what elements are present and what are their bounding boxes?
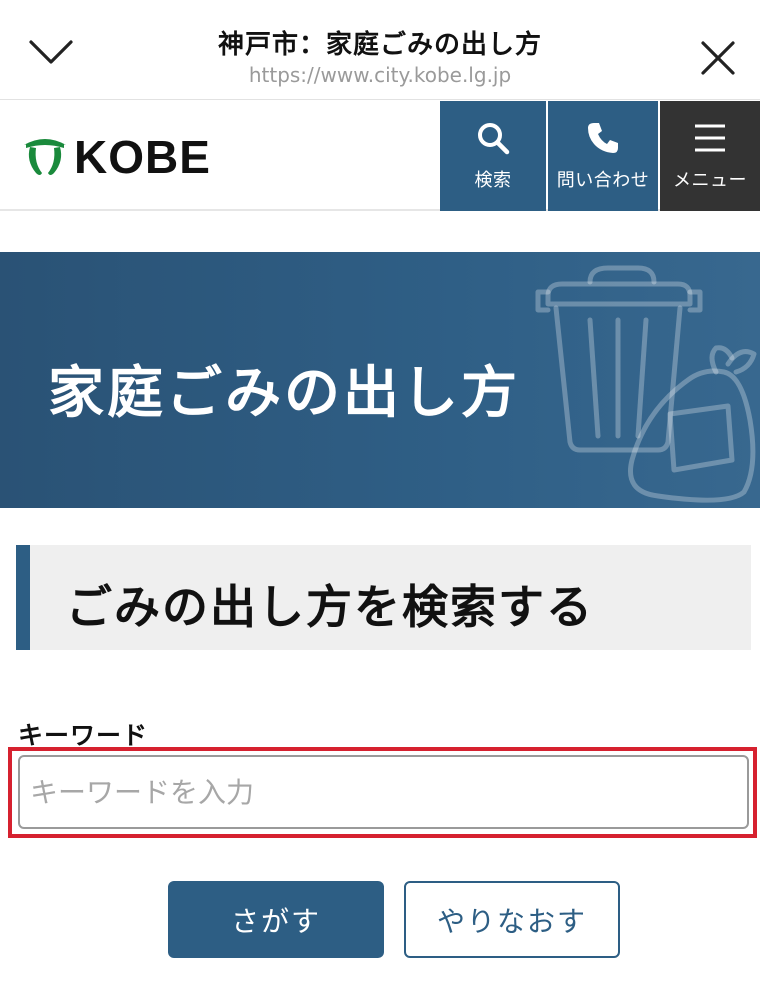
header-search-button[interactable]: 検索: [440, 101, 546, 211]
search-icon: [478, 123, 510, 155]
search-button[interactable]: さがす: [168, 881, 384, 958]
menu-label: メニュー: [673, 170, 747, 191]
section-title: ごみの出し方を検索する: [66, 580, 594, 634]
search-label: 検索: [474, 170, 512, 191]
site-header: KOBE 検索 問い合わせ メニュー: [0, 101, 760, 211]
phone-icon: [588, 123, 618, 153]
trash-can-illustration-icon: [535, 265, 757, 503]
header-contact-button[interactable]: 問い合わせ: [548, 101, 658, 211]
reset-button[interactable]: やりなおす: [404, 881, 620, 958]
page-title: 神戸市：家庭ごみの出し方: [217, 30, 542, 60]
kobe-logo[interactable]: KOBE: [20, 131, 211, 183]
hamburger-menu-icon: [695, 124, 725, 152]
url-text: https://www.city.kobe.lg.jp: [248, 63, 512, 87]
hero-title: 家庭ごみの出し方: [48, 361, 520, 426]
browser-chrome: 神戸市：家庭ごみの出し方 https://www.city.kobe.lg.jp: [0, 0, 760, 100]
logo-text: KOBE: [74, 131, 211, 183]
header-menu-button[interactable]: メニュー: [660, 101, 760, 211]
hero-banner: 家庭ごみの出し方: [0, 252, 760, 508]
contact-label: 問い合わせ: [556, 170, 650, 191]
kobe-emblem-icon: [24, 139, 66, 175]
search-section-heading: ごみの出し方を検索する: [16, 545, 751, 650]
close-icon[interactable]: [700, 40, 736, 76]
keyword-input[interactable]: [18, 755, 749, 829]
